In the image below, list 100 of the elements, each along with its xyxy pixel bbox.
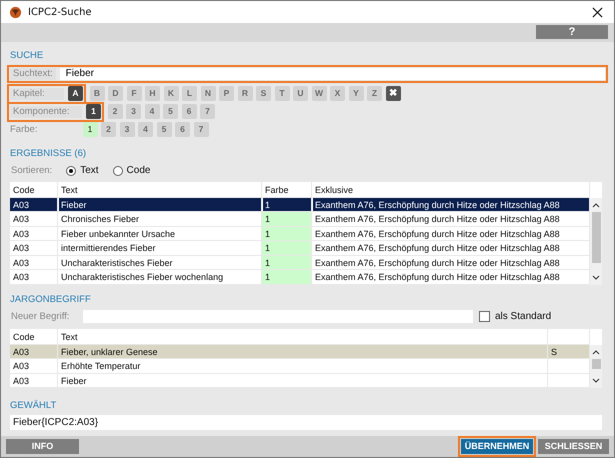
color-chip[interactable]: 3 <box>120 122 134 137</box>
jargon-row[interactable]: A03 Fieber <box>10 374 590 388</box>
table-cell: Exanthem A76, Erschöpfung durch Hitze oder Hitzschlag A88 <box>312 212 589 226</box>
section-heading: JARGONBEGRIFF <box>10 294 92 304</box>
chapter-chip[interactable]: W <box>312 86 326 101</box>
scrollbar[interactable] <box>590 344 602 388</box>
header-corner <box>590 328 602 344</box>
result-row[interactable]: A03 Uncharakteristisches Fieber 1 Exanthem A76, Erschöpfung durch Hitze oder Hitzschlag A88 <box>10 256 590 270</box>
result-row[interactable]: A03 Chronisches Fieber 1 Exanthem A76, Erschöpfung durch Hitze oder Hitzschlag A88 <box>10 212 590 226</box>
table-cell: A03 <box>10 198 57 211</box>
chapter-chip[interactable]: H <box>145 86 160 101</box>
chapter-chip[interactable]: D <box>108 86 123 101</box>
standard-checkbox[interactable]: als Standard <box>479 311 552 322</box>
field-label: Farbe: <box>10 124 38 135</box>
result-row[interactable]: A03 Uncharakteristisches Fieber wochenlang 1 Exanthem A76, Erschöpfung durch Hitze oder Hitzschlag A88 <box>10 270 590 284</box>
close-icon[interactable] <box>592 6 603 18</box>
component-chip[interactable]: 3 <box>126 104 141 119</box>
chapter-chip[interactable]: A <box>68 86 83 101</box>
chapter-chip[interactable]: U <box>293 86 308 101</box>
table-cell: 1 <box>262 212 311 226</box>
scrollbar[interactable] <box>590 198 602 284</box>
component-chip[interactable]: 5 <box>163 104 178 119</box>
scrollbar-thumb[interactable] <box>592 358 600 368</box>
component-chip[interactable]: 1 <box>86 104 101 119</box>
chapter-chip[interactable]: R <box>238 86 252 101</box>
column-header: Text <box>58 328 547 344</box>
scrollbar-thumb[interactable] <box>592 212 600 262</box>
chapter-chip[interactable]: L <box>182 86 197 101</box>
field-label: Kapitel: <box>10 88 64 100</box>
color-chip[interactable]: 6 <box>175 122 190 137</box>
color-chip[interactable]: 2 <box>101 122 116 137</box>
sort-label: Sortieren: <box>11 165 52 176</box>
scroll-up-icon[interactable] <box>591 348 601 356</box>
component-chip[interactable]: 2 <box>108 104 122 119</box>
sort-radio[interactable]: Text <box>66 165 99 176</box>
section-heading: ERGEBNISSE (6) <box>10 148 88 158</box>
table-cell: Uncharakteristisches Fieber <box>58 256 261 269</box>
table-cell: Exanthem A76, Erschöpfung durch Hitze oder Hitzschlag A88 <box>312 241 589 254</box>
table-cell: 1 <box>262 256 311 269</box>
scroll-up-icon[interactable] <box>591 200 601 208</box>
chapter-chip[interactable]: P <box>219 86 234 101</box>
color-chip[interactable]: 5 <box>156 122 172 137</box>
table-cell: 1 <box>262 270 311 284</box>
chapter-chip[interactable]: F <box>126 86 142 101</box>
field-label: Suchtext: <box>10 68 56 80</box>
dialog-button[interactable]: INFO <box>6 439 79 454</box>
result-row[interactable]: A03 Fieber 1 Exanthem A76, Erschöpfung durch Hitze oder Hitzschlag A88 <box>10 198 590 212</box>
table-cell: A03 <box>10 241 57 254</box>
table-cell: A03 <box>10 344 57 358</box>
table-cell: Uncharakteristisches Fieber wochenlang <box>58 270 261 284</box>
table-cell: Fieber, unklarer Genese <box>58 344 547 358</box>
table-cell: intermittierendes Fieber <box>58 241 261 254</box>
table-cell: S <box>548 344 589 358</box>
table-cell: A03 <box>10 270 57 284</box>
section-heading: SUCHE <box>10 50 44 60</box>
window-title: ICPC2-Suche <box>28 6 92 18</box>
color-chip[interactable]: 7 <box>194 122 208 137</box>
color-chip[interactable]: 4 <box>138 122 153 137</box>
jargon-row[interactable]: A03 Erhöhte Temperatur <box>10 359 590 374</box>
app-logo-icon <box>9 6 22 19</box>
chapter-chip[interactable]: N <box>200 86 216 101</box>
color-chip[interactable]: 1 <box>82 122 98 137</box>
scroll-down-icon[interactable] <box>591 377 601 385</box>
column-header: Code <box>10 328 57 344</box>
column-header: Farbe <box>262 182 311 196</box>
table-cell: A03 <box>10 212 57 226</box>
sort-radio[interactable]: Code <box>112 165 150 176</box>
table-cell: A03 <box>10 256 57 269</box>
component-chip[interactable]: 6 <box>182 104 196 119</box>
result-row[interactable]: A03 intermittierendes Fieber 1 Exanthem A76, Erschöpfung durch Hitze oder Hitzschlag A88 <box>10 241 590 256</box>
scroll-down-icon[interactable] <box>591 274 601 282</box>
chapter-chip[interactable]: X <box>330 86 345 101</box>
table-cell: Fieber unbekannter Ursache <box>58 226 261 240</box>
help-button[interactable]: ? <box>536 25 608 40</box>
table-cell: 1 <box>262 226 311 240</box>
section-heading: GEWÄHLT <box>10 400 58 411</box>
table-cell: Fieber <box>58 198 261 211</box>
component-chip[interactable]: 7 <box>200 104 215 119</box>
field-label: Neuer Begriff: <box>11 311 70 322</box>
chapter-chip[interactable]: T <box>274 86 290 101</box>
table-cell <box>548 359 589 372</box>
column-header: Exklusive <box>312 182 589 196</box>
table-cell: A03 <box>10 374 57 387</box>
table-cell: Exanthem A76, Erschöpfung durch Hitze oder Hitzschlag A88 <box>312 226 589 240</box>
chapter-chip[interactable]: S <box>256 86 271 101</box>
dialog-button[interactable]: SCHLIESSEN <box>538 439 609 454</box>
chapter-chip[interactable]: Y <box>348 86 364 101</box>
component-chip[interactable]: 4 <box>144 104 160 119</box>
table-cell: Chronisches Fieber <box>58 212 261 226</box>
result-row[interactable]: A03 Fieber unbekannter Ursache 1 Exanthem A76, Erschöpfung durch Hitze oder Hitzschlag A88 <box>10 226 590 241</box>
jargon-row[interactable]: A03 Fieber, unklarer Genese S <box>10 344 590 359</box>
column-header: Code <box>10 182 57 196</box>
chapter-chip[interactable]: Z <box>367 86 382 101</box>
chapter-chip[interactable]: B <box>90 86 104 101</box>
clear-button[interactable]: ✖ <box>386 86 400 101</box>
chapter-chip[interactable]: K <box>164 86 178 101</box>
table-cell: 1 <box>262 241 311 254</box>
selected-value-field: Fieber{ICPC2:A03} <box>10 415 602 430</box>
search-field[interactable]: Fieber <box>60 68 605 80</box>
apply-button[interactable]: ÜBERNEHMEN <box>461 439 533 454</box>
